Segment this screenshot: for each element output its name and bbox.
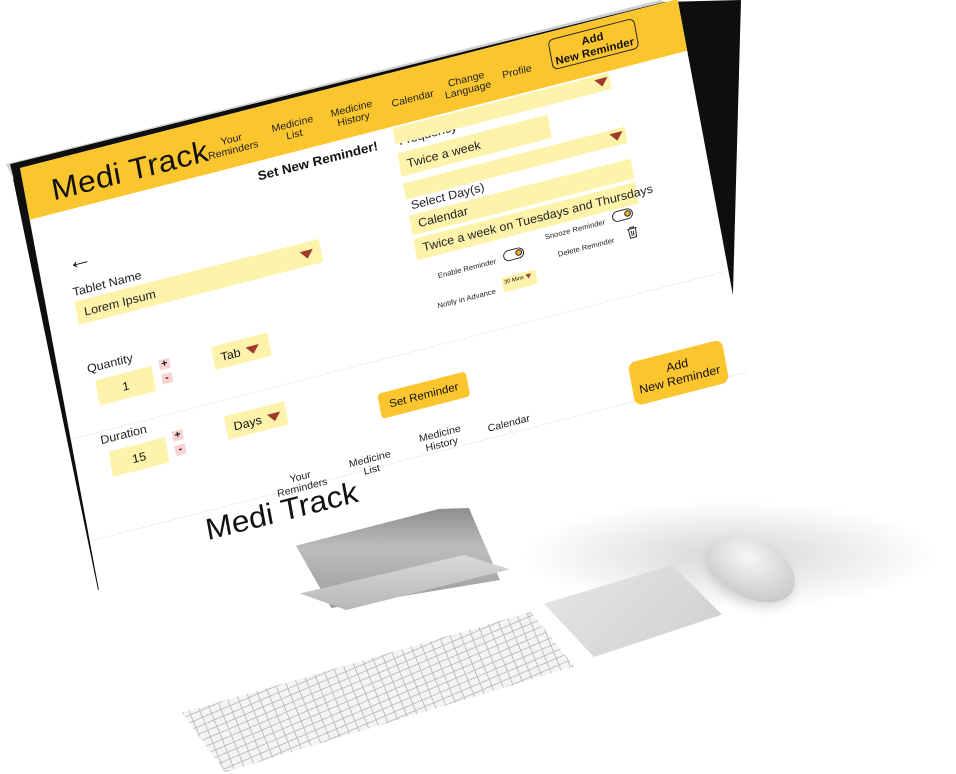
quantity-unit-dropdown-icon: [245, 344, 261, 356]
footer-nav-medicine-history[interactable]: Medicine History: [409, 421, 473, 458]
quantity-unit-select[interactable]: Tab: [210, 332, 272, 371]
notify-in-advance-dropdown-icon: [525, 273, 532, 280]
brand-logo: Medi Track: [48, 133, 212, 207]
quantity-unit-value: Tab: [219, 345, 242, 364]
notify-in-advance-select[interactable]: 30 Mins: [501, 269, 538, 293]
notify-in-advance-value: 30 Mins: [503, 275, 525, 286]
duration-input[interactable]: 15: [108, 437, 170, 477]
nav-calendar[interactable]: Calendar: [384, 86, 442, 111]
quantity-input[interactable]: 1: [95, 365, 157, 406]
trash-icon[interactable]: [626, 224, 640, 239]
duration-plus-button[interactable]: +: [171, 429, 184, 442]
enable-reminder-toggle[interactable]: [502, 246, 525, 263]
nav-medicine-history[interactable]: Medicine History: [322, 96, 382, 132]
keyboard-image: [182, 612, 574, 772]
nav-profile[interactable]: Profile: [492, 61, 541, 84]
notify-in-advance-label: Notify in Advance: [436, 287, 497, 311]
nav-medicine-list[interactable]: Medicine List: [263, 112, 323, 148]
quantity-minus-button[interactable]: -: [161, 372, 174, 385]
nav-your-reminders[interactable]: Your Reminders: [202, 127, 262, 163]
duration-unit-dropdown-icon: [266, 411, 282, 423]
nav-change-language[interactable]: Change Language: [437, 67, 497, 103]
delete-reminder-label: Delete Reminder: [557, 236, 616, 259]
footer-add-new-reminder-button[interactable]: Add New Reminder: [627, 339, 730, 407]
duration-unit-value: Days: [232, 412, 263, 434]
duration-minus-button[interactable]: -: [174, 443, 187, 456]
desktop-scene: Medi Track Your Reminders Medicine List …: [0, 0, 956, 774]
set-reminder-button[interactable]: Set Reminder: [377, 371, 471, 419]
arrow-left-icon[interactable]: ←: [65, 243, 94, 276]
duration-unit-select[interactable]: Days: [223, 401, 289, 440]
quantity-plus-button[interactable]: +: [158, 357, 171, 371]
enable-reminder-label: Enable Reminder: [437, 257, 497, 281]
